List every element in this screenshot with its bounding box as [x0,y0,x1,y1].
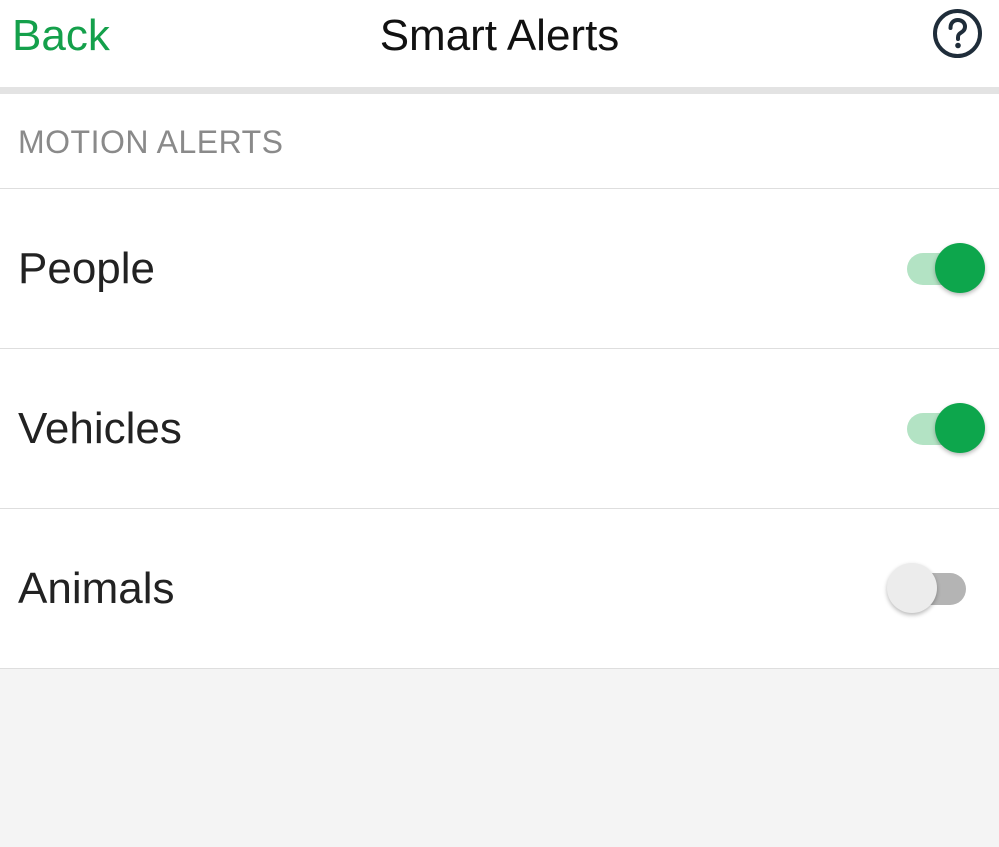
alert-label-animals: Animals [18,564,175,613]
alert-row-animals: Animals [0,509,999,669]
vehicles-toggle[interactable] [885,400,987,456]
alert-row-people: People [0,189,999,349]
header-divider [0,87,999,94]
settings-list: MOTION ALERTS People Vehicles Animals [0,94,999,669]
question-circle-icon [933,9,982,58]
toggle-thumb [887,563,937,613]
section-title: MOTION ALERTS [18,124,284,160]
help-button[interactable] [932,8,983,59]
header-bar: Back Smart Alerts [0,0,999,87]
alert-row-vehicles: Vehicles [0,349,999,509]
back-button[interactable]: Back [12,8,110,64]
empty-background [0,669,999,847]
page-title: Smart Alerts [379,11,620,60]
people-toggle[interactable] [885,240,987,296]
toggle-thumb [935,403,985,453]
animals-toggle[interactable] [885,560,987,616]
alert-label-vehicles: Vehicles [18,404,182,453]
toggle-thumb [935,243,985,293]
section-header: MOTION ALERTS [0,94,999,189]
alert-label-people: People [18,244,156,293]
